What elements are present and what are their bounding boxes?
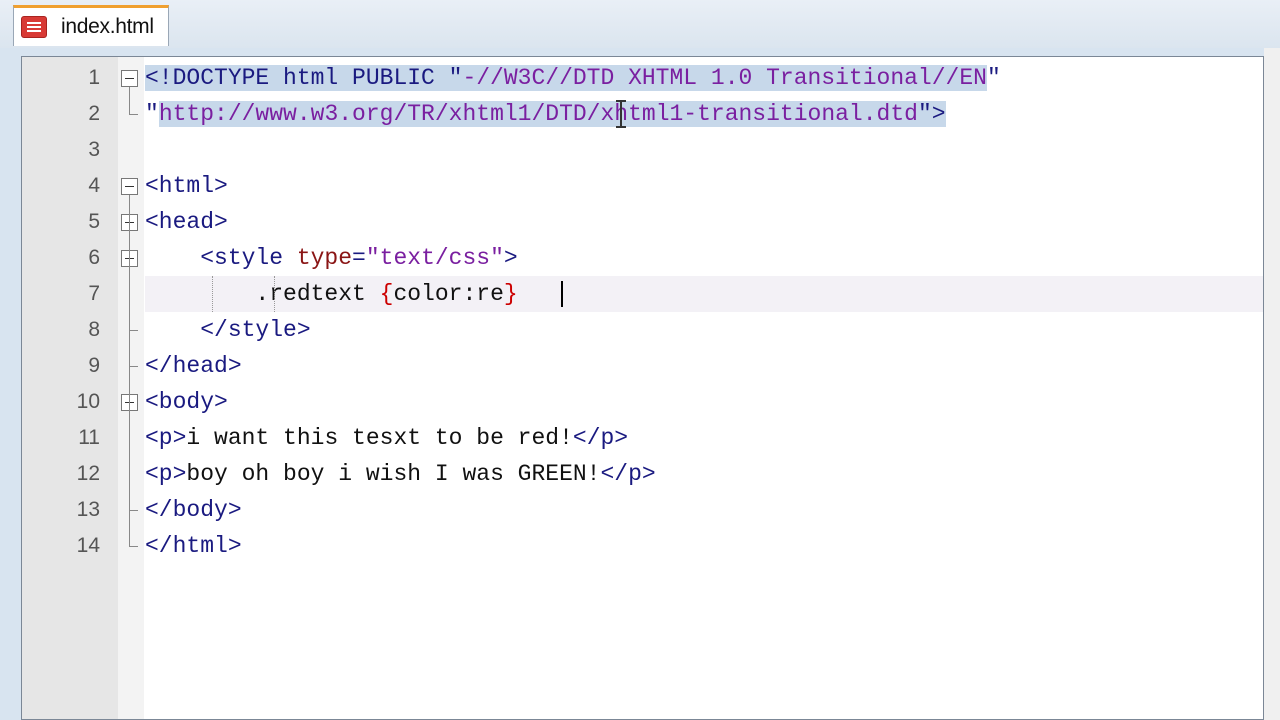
code-text: <head> [145,204,228,240]
tab-label: index.html [61,15,154,38]
code-token: " [986,65,1001,91]
code-token: > [503,245,518,271]
line-number: 13 [76,498,100,521]
code-line[interactable]: 11 <p>i want this tesxt to be red!</p> [22,420,1263,456]
code-line[interactable]: 1 <!DOCTYPE html PUBLIC "-//W3C//DTD XHTM… [22,60,1263,96]
code-token: boy oh boy i wish I was GREEN! [186,461,601,487]
code-text: .redtext {color:re} [145,276,518,312]
code-token: " [145,101,159,127]
line-number: 8 [88,318,100,341]
fold-end [129,510,138,511]
code-line[interactable]: 12 <p>boy oh boy i wish I was GREEN!</p> [22,456,1263,492]
code-token: <body> [145,389,228,415]
code-editor[interactable]: 1 <!DOCTYPE html PUBLIC "-//W3C//DTD XHTM… [21,56,1264,720]
line-number: 6 [88,246,100,269]
html-file-icon [21,16,47,38]
code-text: <p>boy oh boy i wish I was GREEN!</p> [145,456,656,492]
code-text: <style type="text/css"> [145,240,518,276]
code-token: </html> [145,533,242,559]
code-line[interactable]: 7 .redtext {color:re} [22,276,1263,312]
code-text: <html> [145,168,228,204]
code-token: } [503,281,518,307]
line-number: 14 [76,534,100,557]
line-number: 11 [78,426,100,449]
text-caret [561,281,563,307]
code-token: <head> [145,209,228,235]
code-line[interactable]: 13 </body> [22,492,1263,528]
code-text: <p>i want this tesxt to be red!</p> [145,420,628,456]
code-text: </style> [145,312,311,348]
code-token: </body> [145,497,242,523]
code-token: = [352,245,366,271]
code-text: </html> [145,528,242,564]
fold-end [129,330,138,331]
fold-end [129,114,138,115]
code-token: { [379,281,394,307]
fold-toggle-icon[interactable] [121,70,138,87]
fold-end [129,366,138,367]
code-line[interactable]: 5 <head> [22,204,1263,240]
code-token: </style> [145,317,311,343]
code-line[interactable]: 4 <html> [22,168,1263,204]
fold-toggle-icon[interactable] [121,178,138,195]
code-text: "http://www.w3.org/TR/xhtml1/DTD/xhtml1-… [145,96,946,132]
code-line[interactable]: 3 [22,132,1263,168]
code-token: <style [145,245,297,271]
fold-end [129,546,138,547]
indent-guide [274,276,275,312]
code-text: </body> [145,492,242,528]
code-text: <!DOCTYPE html PUBLIC "-//W3C//DTD XHTML… [145,60,1001,96]
code-token: .redtext [145,281,380,307]
code-line[interactable]: 14 </html> [22,528,1263,564]
code-token: color:re [393,281,504,307]
code-token: type [296,245,353,271]
line-number: 7 [88,282,100,305]
code-token: <!DOCTYPE html PUBLIC " [145,65,463,91]
code-line[interactable]: 8 </style> [22,312,1263,348]
code-line[interactable]: 6 <style type="text/css"> [22,240,1263,276]
code-token: </p> [600,461,656,487]
vertical-scrollbar[interactable] [1264,48,1280,720]
code-text: </head> [145,348,242,384]
code-token: <p> [145,425,187,451]
line-number: 1 [88,66,100,89]
tab-index-html[interactable]: index.html [13,5,169,46]
code-token: -//W3C//DTD XHTML 1.0 Transitional//EN [462,65,987,91]
code-token: "text/css" [365,245,504,271]
code-text: <body> [145,384,228,420]
fold-guide [129,195,130,546]
tab-bar: index.html [0,0,1280,48]
indent-guide [212,276,213,312]
code-line[interactable]: 10 <body> [22,384,1263,420]
mouse-ibeam-cursor [616,100,626,128]
line-number: 10 [76,390,100,413]
code-line[interactable]: 9 </head> [22,348,1263,384]
code-token: i want this tesxt to be red! [186,425,573,451]
line-number: 12 [76,462,100,485]
code-line[interactable]: 2 "http://www.w3.org/TR/xhtml1/DTD/xhtml1… [22,96,1263,132]
line-number: 4 [88,174,100,197]
line-number: 5 [88,210,100,233]
fold-guide [129,87,130,114]
line-number: 3 [88,138,100,161]
code-token: </p> [572,425,629,451]
line-number: 9 [88,354,100,377]
line-number: 2 [88,102,100,125]
code-token: <p> [145,461,187,487]
code-token: <html> [145,173,228,199]
code-token: "> [917,101,946,127]
code-token: http://www.w3.org/TR/xhtml1/DTD/xhtml1-t… [158,101,918,127]
code-token: </head> [145,353,242,379]
